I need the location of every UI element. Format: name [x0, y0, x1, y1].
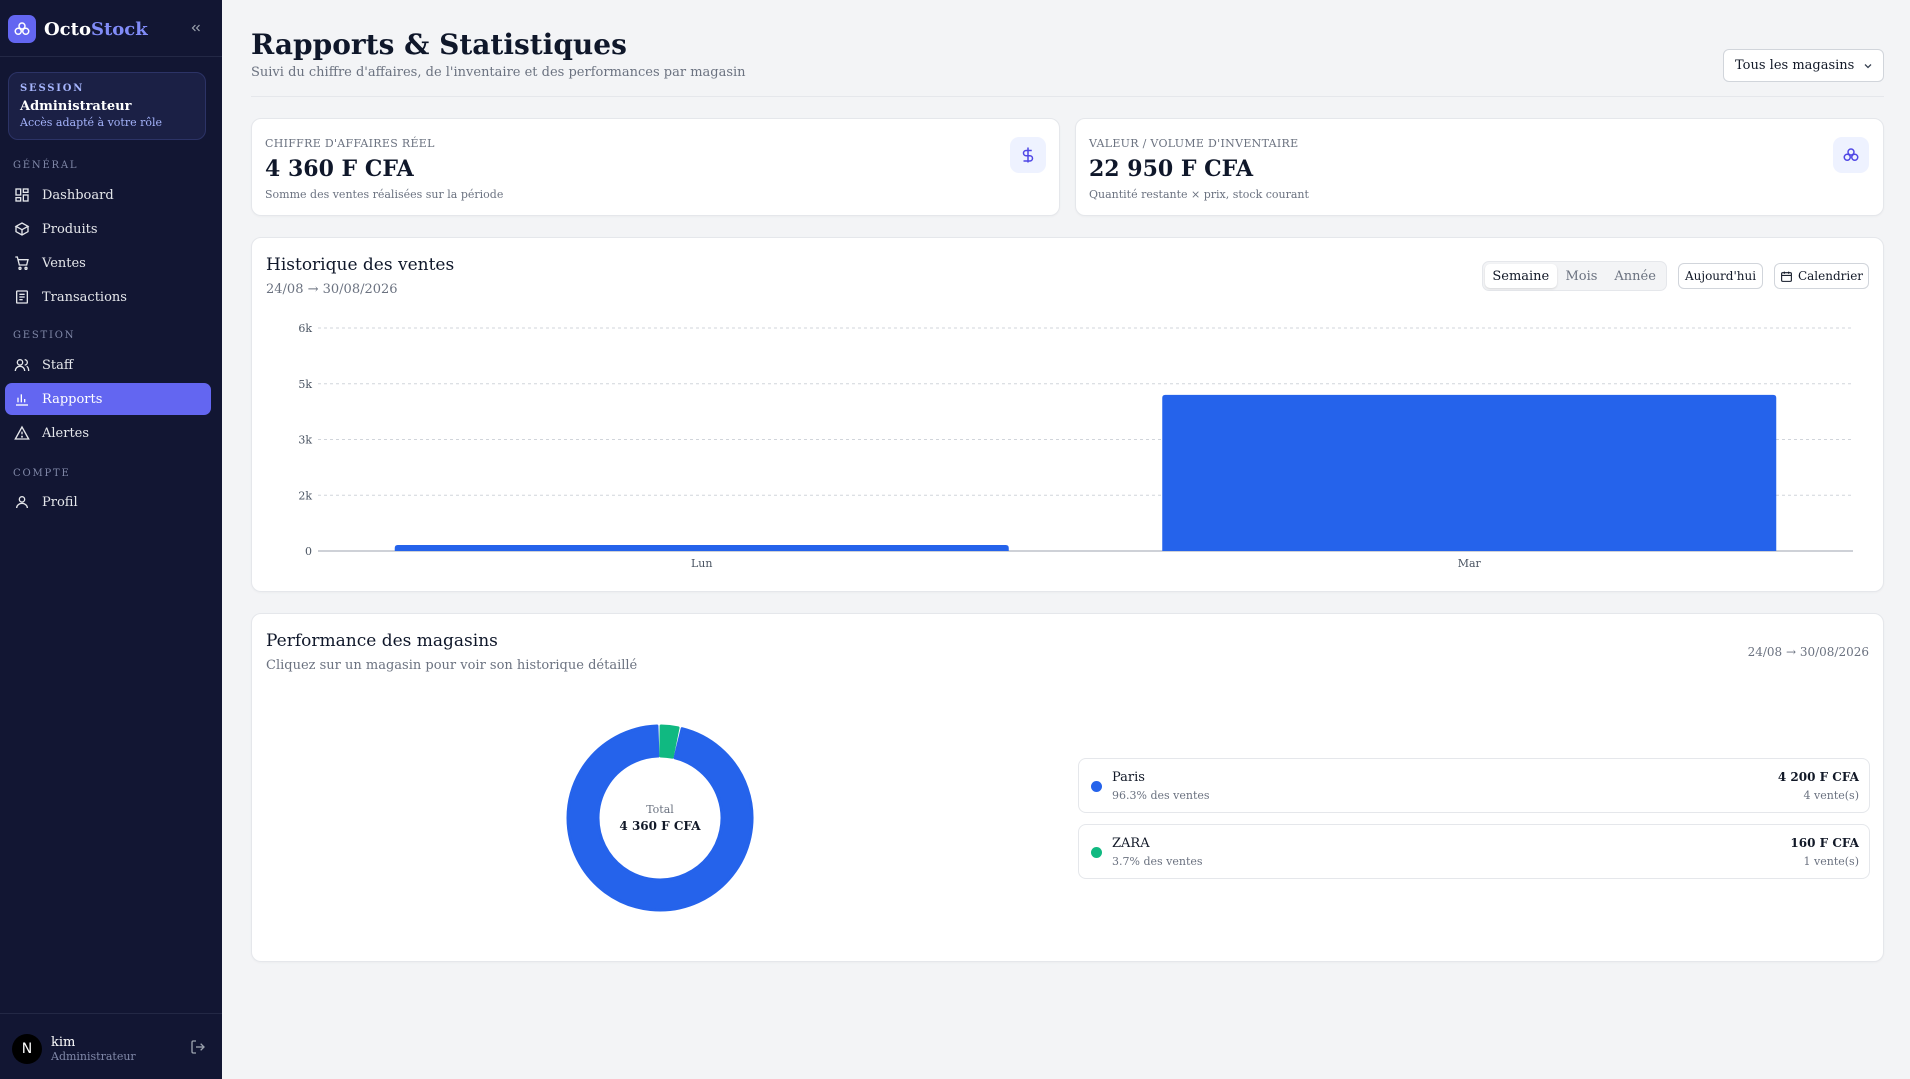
store-name: Paris [1112, 770, 1145, 785]
dashboard-icon [15, 188, 29, 202]
sidebar-item-staff[interactable]: Staff [5, 349, 211, 381]
kpi-kicker: VALEUR / VOLUME D'INVENTAIRE [1089, 137, 1299, 150]
brand-name: OctoStock [44, 18, 148, 40]
nav-section-compte: COMPTE [13, 468, 71, 479]
sidebar-item-dashboard[interactable]: Dashboard [5, 179, 211, 211]
store-performance-subtitle: Cliquez sur un magasin pour voir son his… [266, 658, 638, 673]
sidebar: OctoStock SESSION Administrateur Accès a… [0, 0, 222, 1079]
kpi-card-inventory: VALEUR / VOLUME D'INVENTAIRE 22 950 F CF… [1075, 118, 1884, 216]
session-kicker: SESSION [20, 83, 85, 94]
store-select-value: Tous les magasins [1735, 58, 1855, 73]
users-icon [14, 359, 30, 372]
chevron-down-icon [1864, 64, 1872, 69]
donut-center: Total 4 360 F CFA [590, 803, 730, 833]
donut-total-value: 4 360 F CFA [619, 819, 701, 833]
sidebar-item-label: Produits [42, 221, 98, 237]
store-performance-range: 24/08 → 30/08/2026 [1747, 645, 1869, 659]
sidebar-item-ventes[interactable]: Ventes [5, 247, 211, 279]
donut-total-label: Total [646, 803, 674, 816]
sidebar-item-label: Profil [42, 494, 78, 510]
store-sales-count: 4 vente(s) [1803, 789, 1859, 802]
cart-icon [15, 256, 29, 270]
sidebar-item-produits[interactable]: Produits [5, 213, 211, 245]
store-share: 96.3% des ventes [1112, 789, 1210, 802]
sidebar-item-label: Alertes [42, 425, 90, 441]
sidebar-item-label: Transactions [42, 289, 127, 305]
tab-mois[interactable]: Mois [1557, 264, 1607, 288]
session-role: Administrateur [20, 99, 132, 114]
sidebar-item-alertes[interactable]: Alertes [5, 417, 211, 449]
brand[interactable]: OctoStock [8, 14, 148, 44]
page-subtitle: Suivi du chiffre d'affaires, de l'invent… [251, 65, 746, 80]
sidebar-item-label: Ventes [42, 255, 86, 271]
today-button[interactable]: Aujourd'hui [1678, 263, 1763, 289]
kpi-value: 4 360 F CFA [265, 156, 414, 182]
sidebar-item-label: Rapports [42, 391, 103, 407]
store-performance-title: Performance des magasins [266, 631, 498, 651]
octostock-logo-icon [1833, 137, 1869, 173]
store-name: ZARA [1112, 836, 1150, 851]
sidebar-divider [0, 1013, 222, 1014]
collapse-sidebar-icon[interactable] [186, 18, 206, 38]
store-amount: 160 F CFA [1790, 836, 1859, 850]
store-row-paris[interactable]: Paris 96.3% des ventes 4 200 F CFA 4 ven… [1078, 758, 1870, 813]
store-share: 3.7% des ventes [1112, 855, 1203, 868]
tab-semaine[interactable]: Semaine [1485, 264, 1557, 288]
sales-history-range: 24/08 → 30/08/2026 [266, 282, 398, 297]
receipt-icon [16, 290, 28, 304]
tab-annee[interactable]: Année [1606, 264, 1664, 288]
kpi-card-revenue: CHIFFRE D'AFFAIRES RÉEL 4 360 F CFA Somm… [251, 118, 1060, 216]
sidebar-item-rapports[interactable]: Rapports [5, 383, 211, 415]
package-icon [14, 222, 30, 236]
kpi-subtitle: Somme des ventes réalisées sur la périod… [265, 188, 504, 201]
store-amount: 4 200 F CFA [1777, 770, 1859, 784]
period-tabs: Semaine Mois Année [1482, 261, 1667, 291]
session-subtitle: Accès adapté à votre rôle [20, 116, 163, 129]
alert-triangle-icon [14, 425, 30, 440]
dollar-icon [1010, 137, 1046, 173]
header-divider [251, 96, 1884, 97]
nav-section-general: GÉNÉRAL [13, 160, 79, 171]
calendar-button-label: Calendrier [1797, 269, 1864, 283]
user-name: kim [51, 1035, 76, 1050]
avatar[interactable]: N [12, 1034, 42, 1064]
legend-dot [1091, 847, 1102, 858]
page-title: Rapports & Statistiques [251, 28, 627, 61]
nav-section-gestion: GESTION [13, 330, 76, 341]
sidebar-item-transactions[interactable]: Transactions [5, 281, 211, 313]
today-button-label: Aujourd'hui [1684, 269, 1757, 283]
bar-chart-icon [16, 394, 28, 406]
user-row: N kim Administrateur [12, 1032, 210, 1066]
user-role: Administrateur [51, 1050, 136, 1063]
session-card: SESSION Administrateur Accès adapté à vo… [8, 72, 206, 140]
kpi-subtitle: Quantité restante × prix, stock courant [1089, 188, 1309, 201]
kpi-kicker: CHIFFRE D'AFFAIRES RÉEL [265, 137, 435, 150]
calendar-icon [1781, 271, 1792, 282]
store-sales-count: 1 vente(s) [1803, 855, 1859, 868]
sidebar-divider [0, 56, 222, 57]
sidebar-item-label: Dashboard [42, 187, 114, 203]
octostock-logo-icon [8, 15, 36, 43]
calendar-button[interactable]: Calendrier [1774, 263, 1869, 289]
store-select[interactable]: Tous les magasins [1723, 49, 1884, 82]
store-row-zara[interactable]: ZARA 3.7% des ventes 160 F CFA 1 vente(s… [1078, 824, 1870, 879]
sidebar-item-profil[interactable]: Profil [5, 486, 211, 518]
user-icon [16, 496, 28, 509]
sales-history-title: Historique des ventes [266, 255, 455, 275]
kpi-value: 22 950 F CFA [1089, 156, 1254, 182]
logout-icon[interactable] [190, 1039, 210, 1059]
legend-dot [1091, 781, 1102, 792]
sidebar-item-label: Staff [42, 357, 74, 373]
